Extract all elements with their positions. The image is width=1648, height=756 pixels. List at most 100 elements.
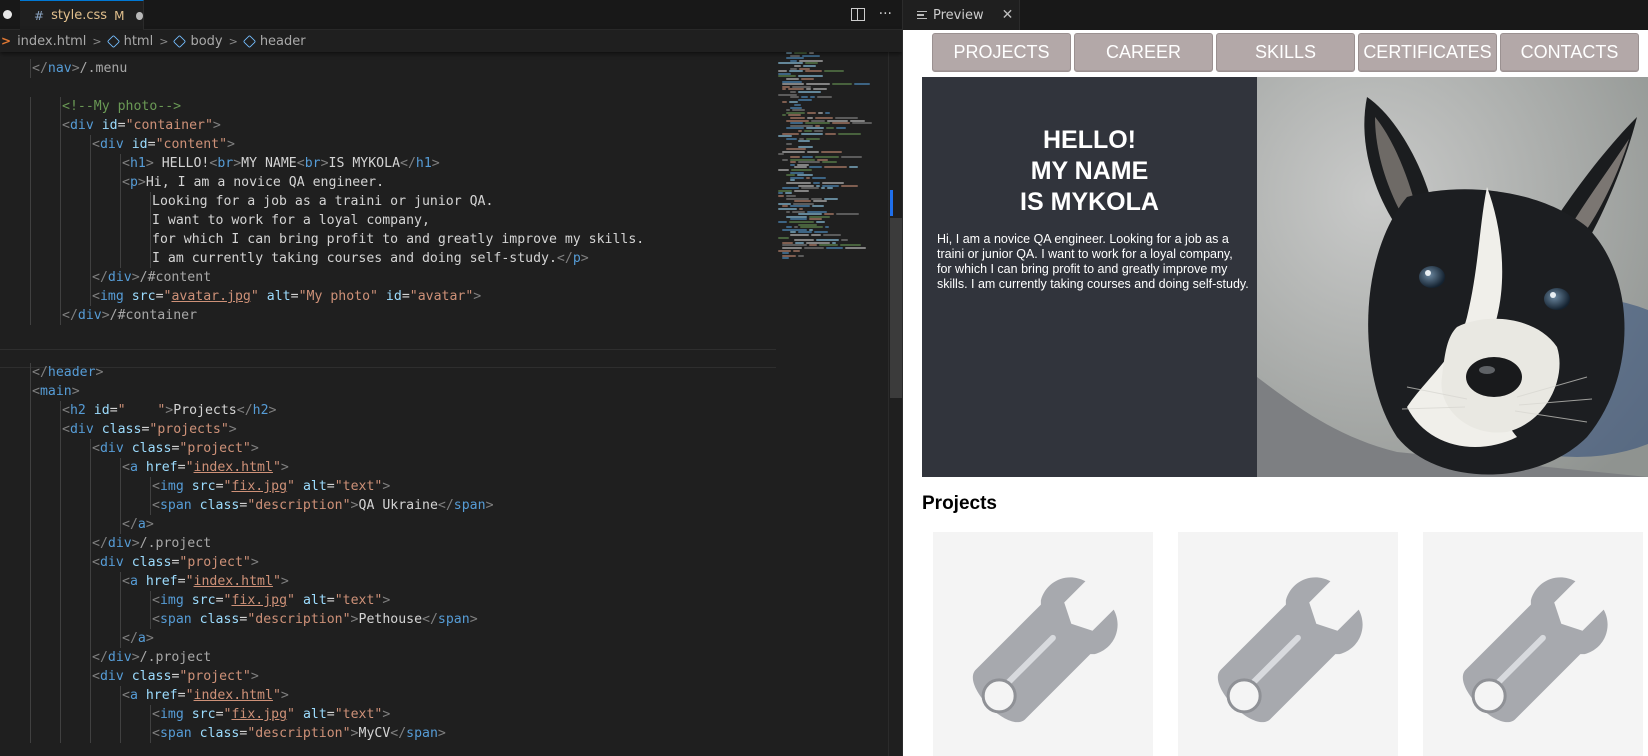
- code-token: id: [93, 403, 110, 418]
- indent-guide: [60, 534, 61, 553]
- symbol-element-icon: [173, 34, 187, 48]
- code-token: >: [350, 612, 359, 627]
- code-token: div: [69, 422, 94, 437]
- code-token: >: [131, 270, 140, 285]
- split-editor-icon[interactable]: [850, 8, 865, 21]
- rendered-page: PROJECTS CAREER SKILLS CERTIFICATES CONT…: [903, 30, 1648, 756]
- minimap-stroke: [804, 130, 812, 132]
- indent-guide: [90, 648, 91, 667]
- code-token: br: [217, 156, 234, 171]
- breadcrumb-body[interactable]: body: [190, 34, 222, 49]
- indent-guide: [30, 458, 31, 477]
- code-token: <: [92, 441, 100, 456]
- indent-guide: [90, 591, 91, 610]
- code-token: ": [287, 479, 295, 494]
- nav-certificates-button[interactable]: CERTIFICATES: [1358, 33, 1497, 72]
- code-line-text: <p>Hi, I am a novice QA engineer.: [122, 173, 384, 192]
- minimap-stroke: [854, 83, 870, 86]
- minimap-stroke: [818, 111, 823, 114]
- code-token[interactable]: index.html: [194, 688, 273, 703]
- code-token: HELLO!: [153, 156, 210, 171]
- minimap-stroke: [782, 101, 787, 104]
- code-token: >: [145, 156, 154, 171]
- more-actions-icon[interactable]: ···: [879, 6, 892, 22]
- tab-preview[interactable]: Preview ✕: [903, 0, 1020, 30]
- code-token: >: [250, 555, 259, 570]
- code-token: span: [406, 726, 438, 741]
- code-line: <h2 id=" ">Projects</h2>: [0, 401, 780, 420]
- indent-guide: [30, 648, 31, 667]
- minimap-stroke: [798, 91, 821, 93]
- minimap-stroke: [801, 187, 819, 190]
- code-token: "avatar": [409, 289, 474, 304]
- tab-dirty-dot-icon[interactable]: [136, 11, 143, 20]
- project-card[interactable]: [1178, 532, 1398, 756]
- code-token[interactable]: fix.jpg: [231, 707, 287, 722]
- minimap-stroke: [790, 96, 799, 99]
- scrollbar-thumb[interactable]: [890, 218, 902, 398]
- code-line: <div class="project">: [0, 553, 780, 572]
- indent-guide: [30, 667, 31, 686]
- scrollbar-change-marker: [890, 190, 893, 216]
- code-token[interactable]: avatar.jpg: [171, 289, 250, 304]
- code-token[interactable]: fix.jpg: [231, 593, 287, 608]
- vscode-window: # style.css M ··· > index.html > html > …: [0, 0, 1648, 756]
- code-token: for which I can bring profit to and grea…: [152, 232, 645, 247]
- project-card[interactable]: [933, 532, 1153, 756]
- nav-career-button[interactable]: CAREER: [1074, 33, 1213, 72]
- code-token: img: [159, 707, 184, 722]
- minimap-stroke: [812, 205, 824, 208]
- indent-guide: [120, 173, 121, 192]
- indent-guide: [60, 553, 61, 572]
- indent-guide: [30, 553, 31, 572]
- code-token[interactable]: index.html: [194, 574, 273, 589]
- project-card[interactable]: [1423, 532, 1643, 756]
- minimap-stroke: [782, 257, 789, 260]
- minimap[interactable]: [778, 52, 888, 302]
- code-line-text: </a>: [122, 629, 154, 648]
- minimap-stroke: [782, 150, 805, 153]
- code-token: ": [272, 574, 281, 589]
- code-token: img: [159, 479, 184, 494]
- code-token: div: [107, 270, 132, 285]
- code-token: <: [152, 479, 160, 494]
- code-text-area[interactable]: </nav>/.menu <!--My photo--> <div id="cont…: [0, 59, 780, 743]
- code-token: </: [92, 536, 108, 551]
- code-token: "text": [334, 593, 383, 608]
- code-token[interactable]: index.html: [194, 460, 273, 475]
- minimap-stroke: [786, 182, 811, 184]
- code-token: "project": [179, 555, 251, 570]
- code-line: </div>/.project: [0, 648, 780, 667]
- indent-guide: [60, 705, 61, 724]
- nav-contacts-button[interactable]: CONTACTS: [1500, 33, 1639, 72]
- code-line: <img src="fix.jpg" alt="text">: [0, 477, 780, 496]
- indent-guide: [60, 116, 61, 135]
- editor-tab-style-css[interactable]: # style.css M: [20, 0, 144, 30]
- minimap-stroke: [813, 200, 827, 203]
- code-token: <: [122, 574, 130, 589]
- code-token: /.menu: [79, 61, 128, 76]
- code-line: I am currently taking courses and doing …: [0, 249, 780, 268]
- code-token: p: [129, 175, 138, 190]
- vertical-scrollbar[interactable]: [888, 52, 902, 756]
- code-line-text: <div class="projects">: [62, 420, 237, 439]
- code-token: =: [215, 479, 224, 494]
- indent-guide: [120, 515, 121, 534]
- minimap-stroke: [794, 189, 809, 192]
- nav-skills-button[interactable]: SKILLS: [1216, 33, 1355, 72]
- indent-guide: [90, 230, 91, 249]
- indent-guide: [30, 268, 31, 287]
- breadcrumb-header[interactable]: header: [260, 34, 306, 49]
- indent-guide: [120, 705, 121, 724]
- breadcrumb-file[interactable]: index.html: [17, 34, 86, 49]
- code-token: =: [215, 707, 224, 722]
- breadcrumb-html[interactable]: html: [124, 34, 154, 49]
- close-icon[interactable]: ✕: [1002, 7, 1014, 23]
- code-token[interactable]: fix.jpg: [231, 479, 287, 494]
- nav-projects-button[interactable]: PROJECTS: [932, 33, 1071, 72]
- code-token: >: [71, 384, 80, 399]
